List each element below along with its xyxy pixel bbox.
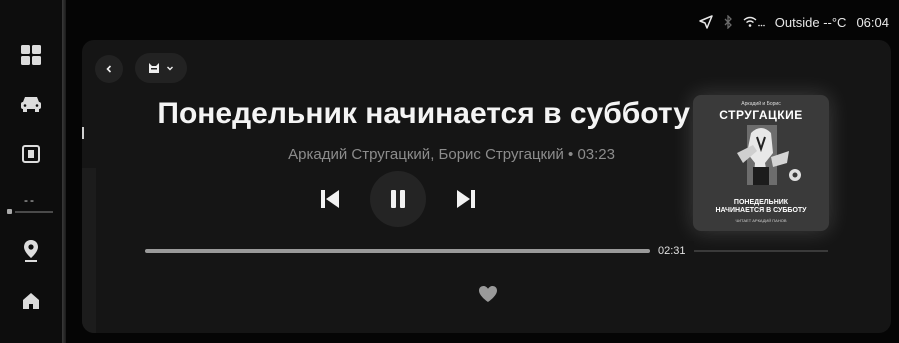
skip-previous-icon [321,190,339,208]
next-button[interactable] [452,185,480,213]
track-subtitle: Аркадий Стругацкий, Борис Стругацкий • 0… [288,146,615,163]
navigation-arrow-icon [699,15,713,29]
cover-title-line1: ПОНЕДЕЛЬНИК [733,199,789,206]
location-icon[interactable] [18,238,44,264]
left-dock: -- [0,0,66,343]
outside-temperature: Outside --°C [775,15,847,30]
cover-title-line2: НАЧИНАЕТСЯ В СУББОТУ [715,207,807,214]
dock-separator [62,0,66,343]
source-selector[interactable] [135,53,187,83]
track-title: Понедельник начинается в субботу [157,97,690,130]
heart-icon [479,286,497,302]
status-bar: Outside --°C 06:04 [699,12,889,32]
cover-author: СТРУГАЦКИЕ [719,108,803,122]
wifi-icon [743,16,765,28]
media-dashes: -- [24,193,36,207]
playback-controls [312,171,482,227]
pause-button[interactable] [370,171,426,227]
progress-fill [145,249,650,253]
skip-next-icon [457,190,475,208]
active-marker [82,127,84,139]
temperature-value: --°C [823,14,847,30]
book-app-icon[interactable] [18,141,44,167]
car-icon[interactable] [18,91,44,117]
outside-label: Outside [774,14,820,30]
chevron-left-icon [106,65,112,73]
chevron-down-icon [167,66,173,71]
elapsed-time: 02:31 [650,241,694,261]
clock: 06:04 [856,14,889,30]
like-button[interactable] [478,285,498,303]
progress-bar[interactable]: 02:31 [145,241,828,261]
bluetooth-icon [723,15,733,29]
album-cover[interactable]: Аркадий и Борис СТРУГАЦКИЕ ПОНЕДЕЛЬНИК Н… [693,95,829,231]
home-icon[interactable] [18,288,44,314]
previous-button[interactable] [316,185,344,213]
pause-icon [391,190,405,208]
cover-illustration [737,125,801,185]
apps-icon[interactable] [18,42,44,68]
media-mini-indicator[interactable] [7,209,55,215]
back-button[interactable] [95,55,123,83]
cat-icon [149,63,159,73]
cover-reader: ЧИТАЕТ АРКАДИЙ ПАНОВ [735,218,787,223]
card-side-strip [82,168,96,333]
cover-top-text: Аркадий и Борис [741,101,781,107]
player-card: Понедельник начинается в субботу Аркадий… [82,40,891,333]
